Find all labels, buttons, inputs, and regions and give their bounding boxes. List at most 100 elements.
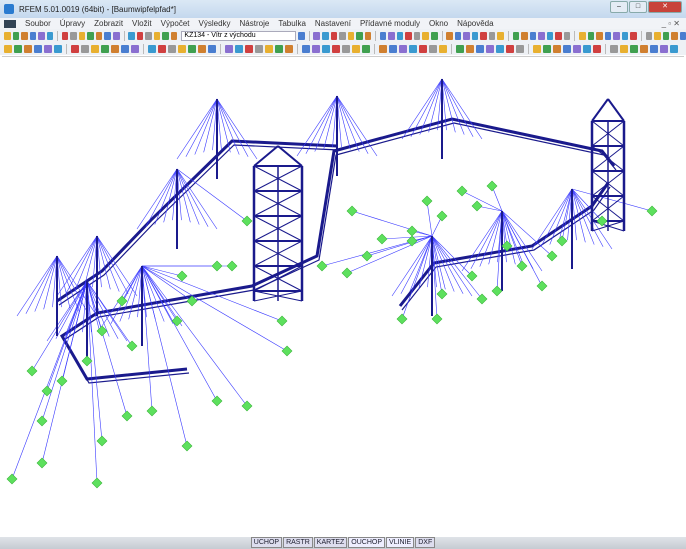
toolbar-button-icon[interactable]: [81, 44, 89, 53]
support-symbol[interactable]: [121, 410, 133, 422]
menu-vypocet[interactable]: Výpočet: [161, 19, 190, 28]
support-symbol[interactable]: [181, 440, 193, 452]
toolbar-button-icon[interactable]: [145, 31, 152, 40]
menu-zobrazit[interactable]: Zobrazit: [94, 19, 123, 28]
support-symbol[interactable]: [486, 180, 498, 192]
status-dxf[interactable]: DXF: [415, 537, 436, 548]
toolbar-button-icon[interactable]: [621, 31, 629, 40]
support-symbol[interactable]: [476, 293, 488, 305]
support-symbol[interactable]: [431, 313, 443, 325]
toolbar-button-icon[interactable]: [471, 31, 479, 40]
maximize-button[interactable]: □: [629, 1, 647, 13]
support-symbol[interactable]: [646, 205, 658, 217]
menu-nastroje[interactable]: Nástroje: [240, 19, 270, 28]
menu-soubor[interactable]: Soubor: [25, 19, 51, 28]
toolbar-button-icon[interactable]: [322, 44, 330, 53]
status-uchop[interactable]: UCHOP: [250, 537, 283, 548]
status-ouchop[interactable]: OUCHOP: [348, 537, 386, 548]
support-symbol[interactable]: [421, 195, 433, 207]
toolbar-button-icon[interactable]: [396, 31, 404, 40]
toolbar-button-icon[interactable]: [596, 31, 603, 40]
toolbar-button-icon[interactable]: [583, 44, 591, 53]
toolbar-button-icon[interactable]: [87, 31, 94, 40]
toolbar-button-icon[interactable]: [245, 44, 253, 53]
support-symbol[interactable]: [146, 405, 158, 417]
support-symbol[interactable]: [36, 457, 48, 469]
support-symbol[interactable]: [36, 415, 48, 427]
toolbar-button-icon[interactable]: [660, 44, 668, 53]
toolbar-button-icon[interactable]: [516, 44, 524, 53]
menu-vysledky[interactable]: Výsledky: [199, 19, 231, 28]
toolbar-button-icon[interactable]: [330, 31, 338, 40]
toolbar-button-icon[interactable]: [128, 31, 135, 40]
toolbar-button-icon[interactable]: [506, 44, 514, 53]
close-button[interactable]: ✕: [648, 1, 682, 13]
toolbar-button-icon[interactable]: [12, 31, 20, 40]
menu-tabulka[interactable]: Tabulka: [278, 19, 306, 28]
toolbar-button-icon[interactable]: [298, 31, 305, 40]
support-symbol[interactable]: [226, 260, 238, 272]
toolbar-button-icon[interactable]: [429, 44, 437, 53]
toolbar-button-icon[interactable]: [379, 44, 387, 53]
support-symbol[interactable]: [56, 375, 68, 387]
support-symbol[interactable]: [176, 270, 188, 282]
toolbar-button-icon[interactable]: [356, 31, 363, 40]
toolbar-button-icon[interactable]: [113, 31, 120, 40]
toolbar-button-icon[interactable]: [496, 44, 504, 53]
toolbar-button-icon[interactable]: [538, 31, 545, 40]
toolbar-button-icon[interactable]: [389, 44, 397, 53]
toolbar-button-icon[interactable]: [679, 31, 686, 40]
toolbar-button-icon[interactable]: [563, 44, 571, 53]
support-symbol[interactable]: [241, 215, 253, 227]
toolbar-button-icon[interactable]: [208, 44, 216, 53]
toolbar-button-icon[interactable]: [640, 44, 648, 53]
toolbar-button-icon[interactable]: [422, 31, 429, 40]
toolbar-button-icon[interactable]: [439, 44, 447, 53]
toolbar-button-icon[interactable]: [671, 31, 678, 40]
toolbar-button-icon[interactable]: [24, 44, 32, 53]
toolbar-button-icon[interactable]: [29, 31, 37, 40]
support-symbol[interactable]: [341, 267, 353, 279]
toolbar-button-icon[interactable]: [302, 44, 310, 53]
toolbar-button-icon[interactable]: [332, 44, 340, 53]
load-case-select[interactable]: KZ134 - Vítr z východu: [181, 30, 297, 41]
toolbar-button-icon[interactable]: [78, 31, 86, 40]
toolbar-button-icon[interactable]: [466, 44, 474, 53]
support-symbol[interactable]: [116, 295, 128, 307]
menu-pridavne-moduly[interactable]: Přídavné moduly: [360, 19, 420, 28]
toolbar-button-icon[interactable]: [91, 44, 99, 53]
toolbar-button-icon[interactable]: [593, 44, 601, 53]
toolbar-button-icon[interactable]: [546, 31, 554, 40]
toolbar-button-icon[interactable]: [101, 44, 109, 53]
support-symbol[interactable]: [491, 285, 503, 297]
support-symbol[interactable]: [376, 233, 388, 245]
toolbar-button-icon[interactable]: [512, 31, 520, 40]
toolbar-button-icon[interactable]: [347, 31, 355, 40]
toolbar-button-icon[interactable]: [275, 44, 283, 53]
toolbar-button-icon[interactable]: [497, 31, 504, 40]
document-icon[interactable]: [4, 19, 16, 28]
toolbar-button-icon[interactable]: [454, 31, 462, 40]
support-symbol[interactable]: [456, 185, 468, 197]
toolbar-button-icon[interactable]: [630, 31, 637, 40]
toolbar-button-icon[interactable]: [4, 31, 11, 40]
toolbar-button-icon[interactable]: [533, 44, 541, 53]
menu-vlozit[interactable]: Vložit: [132, 19, 152, 28]
toolbar-button-icon[interactable]: [255, 44, 263, 53]
toolbar-button-icon[interactable]: [521, 31, 528, 40]
support-symbol[interactable]: [406, 225, 418, 237]
toolbar-button-icon[interactable]: [456, 44, 464, 53]
support-symbol[interactable]: [316, 260, 328, 272]
toolbar-button-icon[interactable]: [630, 44, 638, 53]
mdi-window-controls[interactable]: _ ▫ ✕: [662, 19, 680, 28]
toolbar-button-icon[interactable]: [95, 31, 103, 40]
menu-okno[interactable]: Okno: [429, 19, 448, 28]
toolbar-button-icon[interactable]: [4, 44, 12, 53]
toolbar-button-icon[interactable]: [153, 31, 161, 40]
toolbar-button-icon[interactable]: [312, 44, 320, 53]
support-symbol[interactable]: [556, 235, 568, 247]
support-symbol[interactable]: [516, 260, 528, 272]
toolbar-button-icon[interactable]: [14, 44, 22, 53]
toolbar-button-icon[interactable]: [553, 44, 561, 53]
toolbar-button-icon[interactable]: [430, 31, 438, 40]
